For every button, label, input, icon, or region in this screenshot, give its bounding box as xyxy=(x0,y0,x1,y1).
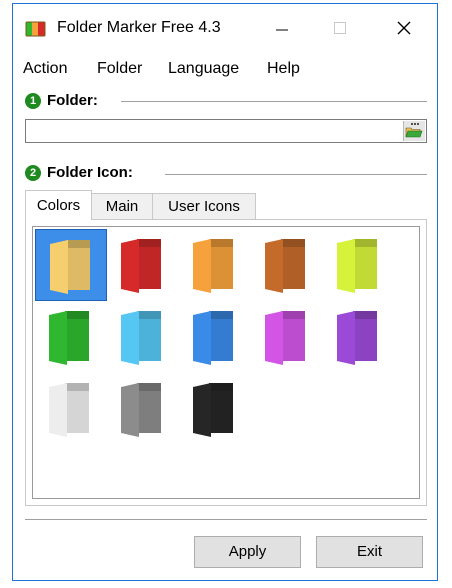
folder-icon xyxy=(265,239,305,293)
folder-icon-label: Folder Icon: xyxy=(47,164,133,181)
folder-icon xyxy=(193,383,233,437)
divider xyxy=(165,174,427,175)
icon-section-label: 2 Folder Icon: xyxy=(25,164,133,181)
menu-language[interactable]: Language xyxy=(168,60,239,78)
step-number-badge: 2 xyxy=(25,164,41,181)
folder-icon xyxy=(121,239,161,293)
maximize-button[interactable] xyxy=(317,4,363,51)
tab-main[interactable]: Main xyxy=(91,193,153,219)
exit-button[interactable]: Exit xyxy=(316,536,423,568)
close-icon xyxy=(397,21,411,35)
folder-marker-app-icon xyxy=(25,20,47,38)
app-window: Folder Marker Free 4.3 Action Folder Lan… xyxy=(12,3,438,581)
folder-color-red[interactable] xyxy=(107,229,179,301)
step-number-badge: 1 xyxy=(25,92,41,109)
folder-path-input[interactable] xyxy=(25,119,427,143)
tab-user-icons[interactable]: User Icons xyxy=(152,193,256,219)
maximize-icon xyxy=(334,22,346,34)
folder-icon xyxy=(121,311,161,365)
folder-icon xyxy=(121,383,161,437)
folder-section-label: 1 Folder: xyxy=(25,92,98,109)
tab-colors[interactable]: Colors xyxy=(25,190,92,220)
folder-color-green[interactable] xyxy=(35,301,107,373)
folder-label: Folder: xyxy=(47,92,98,109)
folder-color-grid xyxy=(32,226,420,499)
browse-folder-button[interactable] xyxy=(403,121,425,141)
folder-color-white[interactable] xyxy=(35,373,107,445)
folder-color-orange[interactable] xyxy=(179,229,251,301)
folder-icon xyxy=(337,239,377,293)
menu-bar: Action Folder Language Help xyxy=(13,51,437,81)
folder-color-gray[interactable] xyxy=(107,373,179,445)
tab-panel xyxy=(25,219,427,506)
minimize-button[interactable] xyxy=(259,4,305,51)
folder-icon xyxy=(337,311,377,365)
folder-color-yellow[interactable] xyxy=(35,229,107,301)
close-button[interactable] xyxy=(381,4,427,51)
folder-icon xyxy=(49,383,89,437)
menu-action[interactable]: Action xyxy=(23,60,67,78)
folder-color-black[interactable] xyxy=(179,373,251,445)
folder-icon xyxy=(193,239,233,293)
folder-color-purple[interactable] xyxy=(323,301,395,373)
folder-icon xyxy=(193,311,233,365)
folder-icon xyxy=(50,240,90,294)
open-folder-icon xyxy=(405,123,423,138)
divider xyxy=(25,519,427,520)
title-bar: Folder Marker Free 4.3 xyxy=(13,4,437,51)
apply-button[interactable]: Apply xyxy=(194,536,301,568)
folder-color-brown[interactable] xyxy=(251,229,323,301)
menu-folder[interactable]: Folder xyxy=(97,60,142,78)
divider xyxy=(121,101,427,102)
minimize-icon xyxy=(276,29,288,31)
folder-icon xyxy=(49,311,89,365)
folder-color-light-blue[interactable] xyxy=(107,301,179,373)
window-title: Folder Marker Free 4.3 xyxy=(57,19,221,36)
folder-icon xyxy=(265,311,305,365)
menu-help[interactable]: Help xyxy=(267,60,300,78)
folder-color-lime[interactable] xyxy=(323,229,395,301)
folder-color-magenta[interactable] xyxy=(251,301,323,373)
folder-color-blue[interactable] xyxy=(179,301,251,373)
